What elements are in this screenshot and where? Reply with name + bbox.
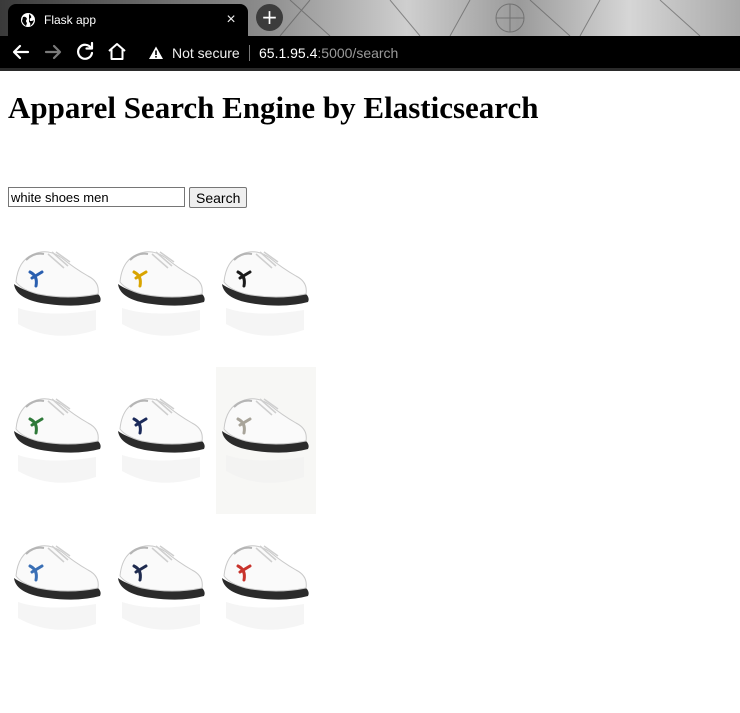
result-item[interactable] (216, 367, 316, 517)
result-item[interactable] (112, 367, 212, 517)
result-item[interactable] (112, 514, 212, 664)
address-separator (249, 45, 250, 61)
not-secure-label: Not secure (172, 45, 240, 61)
shoe-image (112, 367, 212, 517)
toolbar-divider (0, 68, 740, 71)
tab-strip: Flask app × + (0, 0, 740, 36)
page-title: Apparel Search Engine by Elasticsearch (8, 90, 539, 125)
theme-background (279, 0, 701, 36)
address-bar[interactable]: 65.1.95.4:5000/search (259, 44, 398, 62)
reload-button[interactable] (73, 40, 97, 64)
url-host: 65.1.95.4 (259, 45, 318, 61)
globe-icon (21, 13, 35, 27)
result-item[interactable] (8, 514, 108, 664)
tab-title: Flask app (44, 13, 97, 27)
arrow-left-icon (12, 44, 30, 60)
result-item[interactable] (216, 514, 316, 664)
shoe-image (216, 514, 316, 664)
result-item[interactable] (8, 367, 108, 517)
search-form: Search (8, 187, 248, 208)
shoe-image (8, 514, 108, 664)
shoe-image (216, 367, 316, 517)
new-tab-button[interactable]: + (256, 4, 283, 31)
search-button[interactable]: Search (189, 187, 248, 208)
close-tab-icon[interactable]: × (222, 11, 240, 29)
forward-button[interactable] (41, 40, 65, 64)
result-item[interactable] (8, 220, 108, 370)
result-item[interactable] (112, 220, 212, 370)
site-security-indicator[interactable]: Not secure (148, 44, 240, 62)
browser-tab[interactable]: Flask app × (8, 4, 248, 36)
back-button[interactable] (9, 40, 33, 64)
warning-icon (149, 46, 163, 59)
home-icon (108, 43, 126, 60)
url-path: :5000/search (317, 45, 399, 61)
arrow-right-icon (44, 44, 62, 60)
shoe-image (216, 220, 316, 370)
shoe-image (112, 220, 212, 370)
shoe-image (112, 514, 212, 664)
reload-icon (77, 41, 94, 60)
home-button[interactable] (105, 40, 129, 64)
shoe-image (8, 220, 108, 370)
search-input[interactable] (8, 187, 185, 207)
shoe-image (8, 367, 108, 517)
result-item[interactable] (216, 220, 316, 370)
